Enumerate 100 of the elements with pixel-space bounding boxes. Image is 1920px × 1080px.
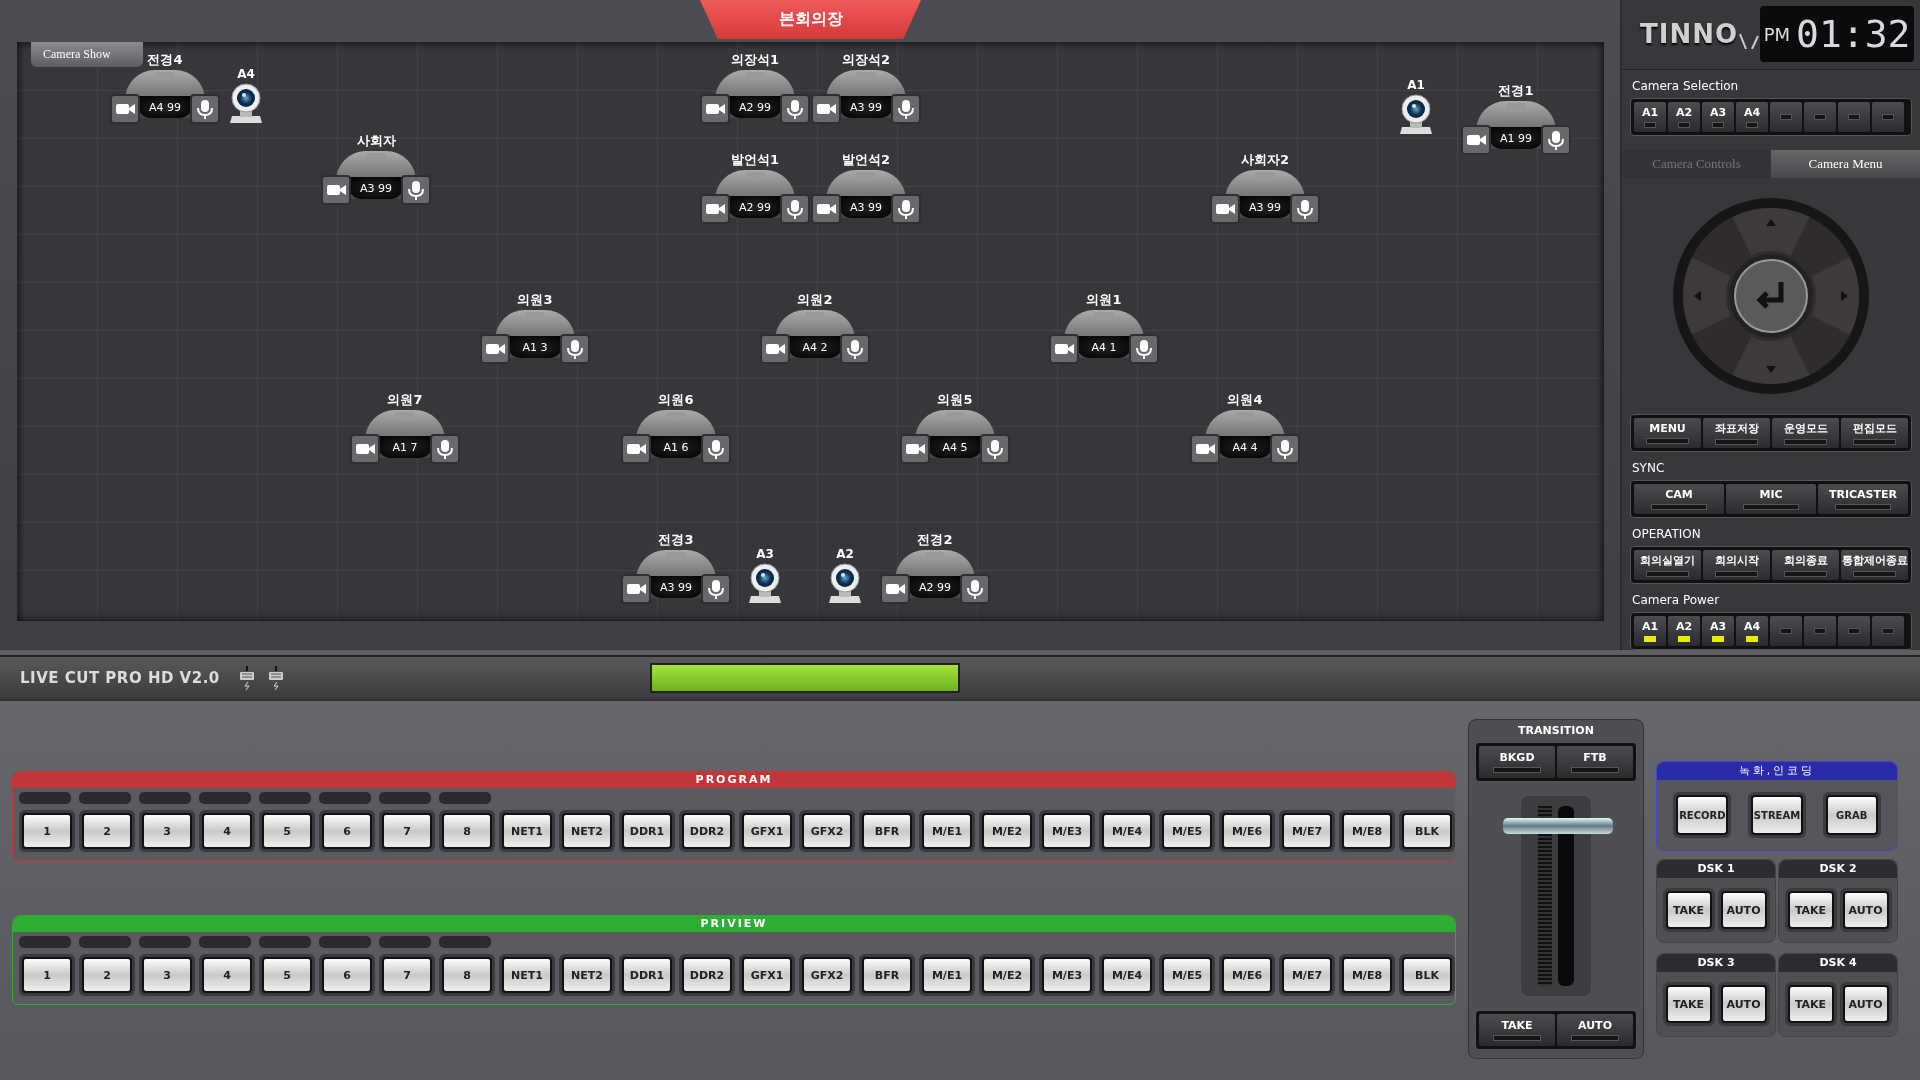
source-button[interactable]: GFX1 (742, 813, 792, 849)
dsk-button[interactable]: AUTO (1842, 985, 1889, 1023)
source-button[interactable]: 8 (442, 813, 492, 849)
microphone-button[interactable] (701, 434, 731, 464)
ptz-camera-icon[interactable] (747, 562, 783, 604)
microphone-button[interactable] (980, 434, 1010, 464)
source-button[interactable]: M/E7 (1282, 813, 1332, 849)
microphone-button[interactable] (891, 194, 921, 224)
operation-button[interactable]: 통합제어종료 (1841, 550, 1908, 580)
source-button[interactable]: BLK (1402, 813, 1452, 849)
source-button[interactable]: M/E8 (1342, 813, 1392, 849)
source-button[interactable]: M/E5 (1162, 813, 1212, 849)
room-tab[interactable]: 본회의장 (700, 0, 921, 39)
source-button[interactable]: M/E3 (1042, 957, 1092, 993)
source-button[interactable]: 6 (322, 813, 372, 849)
source-button[interactable]: M/E1 (922, 957, 972, 993)
microphone-button[interactable] (891, 94, 921, 124)
recording-button[interactable]: GRAB (1825, 795, 1878, 835)
source-button[interactable]: 7 (382, 957, 432, 993)
tab[interactable]: Camera Menu (1771, 149, 1920, 178)
microphone-button[interactable] (1129, 334, 1159, 364)
source-button[interactable]: 3 (142, 813, 192, 849)
ptz-camera-icon[interactable] (827, 562, 863, 604)
source-button[interactable]: GFX2 (802, 957, 852, 993)
camera-select-button[interactable]: A3 (1702, 101, 1734, 132)
enter-button[interactable] (1729, 254, 1813, 338)
sync-button[interactable]: CAM (1634, 484, 1724, 514)
microphone-button[interactable] (560, 334, 590, 364)
source-button[interactable]: M/E6 (1222, 813, 1272, 849)
source-button[interactable]: 2 (82, 813, 132, 849)
source-button[interactable]: M/E8 (1342, 957, 1392, 993)
operation-button[interactable]: 회의종료 (1772, 550, 1839, 580)
microphone-button[interactable] (960, 574, 990, 604)
microphone-button[interactable] (1290, 194, 1320, 224)
camera-button[interactable] (760, 334, 790, 364)
microphone-button[interactable] (780, 94, 810, 124)
source-button[interactable]: M/E2 (982, 813, 1032, 849)
camera-button[interactable] (321, 175, 351, 205)
camera-button[interactable] (480, 334, 510, 364)
source-button[interactable]: NET1 (502, 957, 552, 993)
ptz-camera-icon[interactable] (228, 82, 264, 124)
recording-button[interactable]: STREAM (1751, 795, 1803, 835)
camera-button[interactable] (350, 434, 380, 464)
microphone-button[interactable] (701, 574, 731, 604)
blank-button[interactable] (1804, 101, 1836, 132)
transition-button[interactable]: FTB (1557, 746, 1633, 778)
camera-button[interactable] (811, 94, 841, 124)
blank-button[interactable] (1838, 101, 1870, 132)
dsk-button[interactable]: TAKE (1787, 985, 1834, 1023)
t-bar-handle[interactable] (1503, 818, 1613, 834)
transition-button[interactable]: TAKE (1479, 1014, 1555, 1046)
camera-button[interactable] (811, 194, 841, 224)
source-button[interactable]: 1 (22, 957, 72, 993)
camera-power-button[interactable]: A2 (1668, 616, 1700, 646)
camera-select-button[interactable]: A4 (1736, 101, 1768, 132)
source-button[interactable]: M/E1 (922, 813, 972, 849)
blank-button[interactable] (1872, 616, 1904, 646)
camera-power-button[interactable]: A1 (1634, 616, 1666, 646)
microphone-button[interactable] (780, 194, 810, 224)
sync-button[interactable]: MIC (1726, 484, 1816, 514)
microphone-button[interactable] (430, 434, 460, 464)
source-button[interactable]: 6 (322, 957, 372, 993)
source-button[interactable]: NET2 (562, 813, 612, 849)
camera-select-button[interactable]: A2 (1668, 101, 1700, 132)
camera-button[interactable] (1461, 125, 1491, 155)
microphone-button[interactable] (1541, 125, 1571, 155)
transition-button[interactable]: BKGD (1479, 746, 1555, 778)
source-button[interactable]: DDR2 (682, 957, 732, 993)
sync-button[interactable]: TRICASTER (1818, 484, 1908, 514)
source-button[interactable]: 5 (262, 813, 312, 849)
source-button[interactable]: GFX2 (802, 813, 852, 849)
camera-button[interactable] (621, 574, 651, 604)
camera-show-tab[interactable]: Camera Show (31, 42, 143, 67)
dsk-button[interactable]: TAKE (1665, 985, 1712, 1023)
camera-button[interactable] (1210, 194, 1240, 224)
blank-button[interactable] (1770, 616, 1802, 646)
camera-button[interactable] (900, 434, 930, 464)
source-button[interactable]: DDR1 (622, 813, 672, 849)
menu-button[interactable]: MENU (1634, 418, 1701, 448)
source-button[interactable]: BLK (1402, 957, 1452, 993)
keyboard-icon[interactable] (269, 666, 283, 690)
camera-button[interactable] (880, 574, 910, 604)
camera-power-button[interactable]: A3 (1702, 616, 1734, 646)
operation-button[interactable]: 회의실열기 (1634, 550, 1701, 580)
camera-button[interactable] (700, 194, 730, 224)
source-button[interactable]: M/E4 (1102, 813, 1152, 849)
dsk-button[interactable]: AUTO (1842, 891, 1889, 929)
source-button[interactable]: NET1 (502, 813, 552, 849)
camera-button[interactable] (700, 94, 730, 124)
source-button[interactable]: M/E3 (1042, 813, 1092, 849)
camera-select-button[interactable]: A1 (1634, 101, 1666, 132)
camera-button[interactable] (110, 94, 140, 124)
blank-button[interactable] (1838, 616, 1870, 646)
source-button[interactable]: 4 (202, 957, 252, 993)
camera-power-button[interactable]: A4 (1736, 616, 1768, 646)
source-button[interactable]: M/E7 (1282, 957, 1332, 993)
microphone-button[interactable] (401, 175, 431, 205)
source-button[interactable]: M/E2 (982, 957, 1032, 993)
source-button[interactable]: 8 (442, 957, 492, 993)
menu-button[interactable]: 운영모드 (1772, 418, 1839, 448)
